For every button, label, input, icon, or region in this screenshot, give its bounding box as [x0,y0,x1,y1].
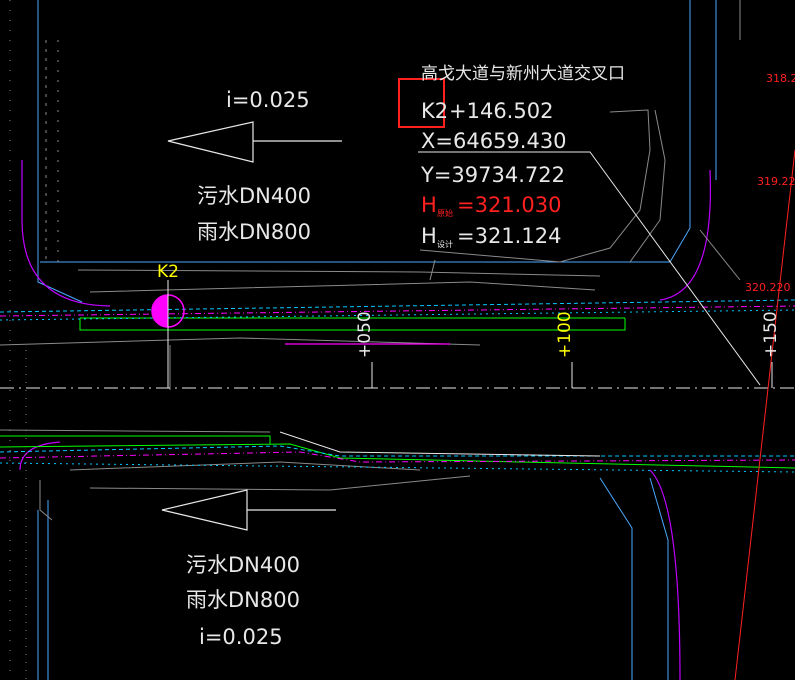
intersection-title: 高戈大道与新州大道交叉口 [421,64,625,84]
svg-text:原始: 原始 [437,208,453,218]
road-edges [37,0,717,680]
chainage-050: +050 [355,311,375,358]
flow-arrow-bottom [161,489,336,531]
cad-drawing-canvas[interactable]: 高戈大道与新州大道交叉口 K2 +146.502 X=64659.430 Y=3… [0,0,795,680]
elev-label-1: 318.22 [766,72,795,85]
bottom-slope: i=0.025 [199,625,283,649]
coord-y: Y=39734.722 [420,163,565,187]
coord-x: X=64659.430 [421,129,567,153]
svg-text:=321.030: =321.030 [457,193,561,217]
svg-text:H: H [421,224,437,248]
red-axis-line [734,149,795,680]
top-slope: i=0.025 [226,88,310,112]
chainage-100: +100 [555,311,575,358]
chainage-ticks [371,362,773,388]
bottom-sewage-pipe: 污水DN400 [186,553,300,577]
station-suffix: +146.502 [449,99,553,123]
road-centerlines [0,299,795,473]
svg-text:H: H [421,193,437,217]
k2-manhole-symbol[interactable] [151,280,185,388]
elev-label-2: 319.220 [757,175,795,188]
chainage-150: +150 [761,311,781,358]
cad-drawing: 高戈大道与新州大道交叉口 K2 +146.502 X=64659.430 Y=3… [0,0,795,680]
design-elevation: H 原始 =321.030 [421,193,561,218]
top-rain-pipe: 雨水DN800 [197,220,311,244]
elev-label-3: 320.220 [745,281,791,294]
top-sewage-pipe: 污水DN400 [197,184,311,208]
curb-curves [19,160,712,680]
k2-label: K2 [157,262,179,282]
station-prefix: K2 [421,99,448,123]
flow-arrow-top [167,121,342,163]
svg-text:设计: 设计 [437,239,453,249]
well-elevation: H 设计 =321.124 [421,224,561,249]
svg-text:=321.124: =321.124 [457,224,561,248]
bottom-rain-pipe: 雨水DN800 [186,588,300,612]
